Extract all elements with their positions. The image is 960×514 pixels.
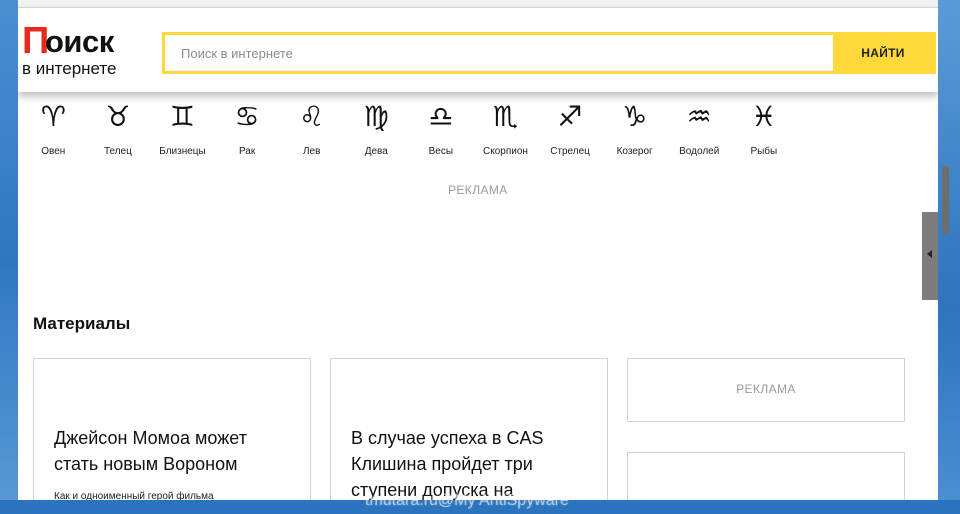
materials-heading: Материалы [33, 314, 131, 333]
site-header: П оиск в интернете НАЙТИ [18, 8, 938, 92]
zodiac-item[interactable]: ♒ Водолей [667, 100, 732, 157]
zodiac-label: Овен [41, 146, 66, 157]
zodiac-label: Рыбы [750, 146, 778, 157]
zodiac-item[interactable]: ♏ Скорпион [473, 100, 538, 157]
zodiac-sign-icon: ♓ [751, 100, 777, 133]
zodiac-item[interactable]: ♓ Рыбы [732, 100, 797, 157]
zodiac-item[interactable]: ♊ Близнецы [150, 100, 215, 157]
article-subtitle: Как и одноименный герой фильма [54, 491, 214, 500]
zodiac-label: Стрелец [550, 146, 590, 157]
ad-label-top: РЕКЛАМА [448, 183, 508, 197]
zodiac-label: Козерог [616, 146, 653, 157]
browser-top-edge [18, 0, 938, 8]
logo-subtitle: в интернете [22, 59, 117, 78]
article-card[interactable]: В случае успеха в CAS Клишина пройдет тр… [330, 358, 608, 500]
article-title[interactable]: Джейсон Момоа может стать новым Вороном [54, 425, 292, 477]
zodiac-sign-icon: ♌ [299, 100, 325, 133]
zodiac-item[interactable]: ♍ Дева [344, 100, 409, 157]
zodiac-label: Весы [428, 146, 454, 157]
zodiac-item[interactable]: ♌ Лев [279, 100, 344, 157]
browser-page: П оиск в интернете НАЙТИ ♈ Овен ♉ Телец ♊ Бли… [18, 0, 938, 500]
zodiac-sign-icon: ♊ [169, 100, 196, 133]
watermark-text: tmutara.ru@My AntiSpyware [365, 492, 569, 509]
site-logo[interactable]: П оиск в интернете [22, 22, 140, 84]
ad-label-side: РЕКЛАМА [736, 382, 796, 396]
zodiac-item[interactable]: ♈ Овен [21, 100, 86, 157]
search-input[interactable] [165, 35, 833, 71]
article-title[interactable]: В случае успеха в CAS Клишина пройдет тр… [351, 425, 589, 500]
zodiac-item[interactable]: ♐ Стрелец [538, 100, 603, 157]
zodiac-label: Дева [364, 146, 388, 157]
page-scrollbar-thumb[interactable] [942, 166, 949, 234]
desktop-background-left [0, 0, 18, 514]
zodiac-label: Водолей [679, 146, 720, 157]
article-card[interactable]: Джейсон Момоа может стать новым Вороном … [33, 358, 311, 500]
zodiac-sign-icon: ♋ [234, 100, 260, 133]
zodiac-label: Скорпион [482, 146, 528, 157]
zodiac-label: Лев [302, 146, 321, 157]
search-bar: НАЙТИ [162, 32, 936, 74]
zodiac-list: ♈ Овен ♉ Телец ♊ Близнецы ♋ Рак ♌ Лев ♍ Дева ♎ Весы ♏ С… [21, 100, 796, 157]
zodiac-item[interactable]: ♑ Козерог [602, 100, 667, 157]
zodiac-sign-icon: ♉ [105, 100, 131, 133]
logo-word: оиск [45, 24, 114, 59]
zodiac-sign-icon: ♈ [40, 100, 66, 133]
zodiac-item[interactable]: ♎ Весы [409, 100, 474, 157]
zodiac-item[interactable]: ♋ Рак [215, 100, 280, 157]
zodiac-label: Телец [103, 146, 132, 157]
search-button[interactable]: НАЙТИ [833, 35, 933, 71]
zodiac-sign-icon: ♏ [492, 100, 518, 133]
zodiac-item[interactable]: ♉ Телец [86, 100, 151, 157]
zodiac-label: Рак [238, 146, 256, 157]
desktop-background-right [938, 0, 960, 514]
zodiac-sign-icon: ♐ [557, 100, 583, 133]
zodiac-sign-icon: ♒ [686, 100, 712, 133]
chevron-left-icon [927, 250, 932, 258]
ad-block-side-lower[interactable] [627, 452, 905, 500]
zodiac-sign-icon: ♍ [363, 100, 389, 133]
zodiac-sign-icon: ♎ [428, 100, 454, 133]
zodiac-sign-icon: ♑ [622, 100, 648, 133]
ad-block-side[interactable]: РЕКЛАМА [627, 358, 905, 422]
zodiac-label: Близнецы [159, 146, 206, 157]
